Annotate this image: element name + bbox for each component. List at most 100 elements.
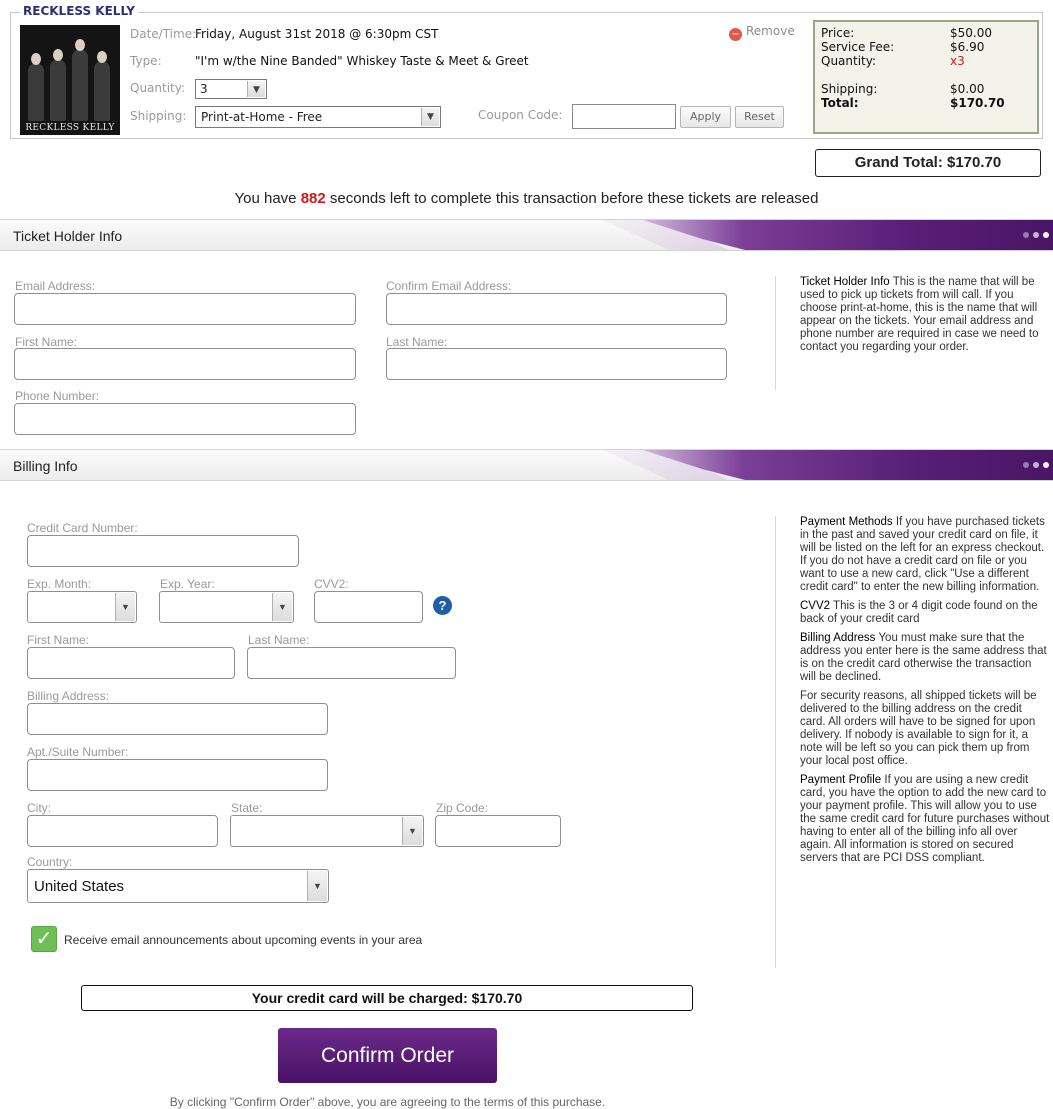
dots-icon	[1019, 232, 1049, 238]
price-shipping-value: $0.00	[950, 82, 985, 96]
first-name-label: First Name:	[15, 335, 78, 349]
country-value: United States	[34, 878, 125, 895]
help-title: Ticket Holder Info	[800, 276, 890, 288]
quantity-select[interactable]: 3 ▼	[195, 79, 267, 99]
event-title: RECKLESS KELLY	[20, 4, 138, 18]
card-number-label: Credit Card Number:	[27, 521, 138, 535]
state-select[interactable]: ▼	[230, 815, 424, 847]
quantity-label: Quantity:	[130, 81, 186, 95]
help-text: If you are using a new credit card, you …	[800, 774, 1050, 864]
confirm-order-button[interactable]: Confirm Order	[278, 1028, 497, 1083]
shipping-value: Print-at-Home - Free	[201, 110, 323, 124]
billing-last-name-field[interactable]	[247, 647, 456, 679]
price-quantity-value: x3	[950, 54, 965, 68]
help-text: For security reasons, all shipped ticket…	[800, 690, 1037, 767]
shipping-label: Shipping:	[130, 109, 187, 123]
country-label: Country:	[27, 855, 73, 869]
billing-last-name-label: Last Name:	[248, 633, 310, 647]
dots-icon	[1019, 462, 1049, 468]
email-label: Email Address:	[15, 279, 96, 293]
event-photo: RECKLESS KELLY	[20, 25, 120, 135]
ticket-holder-help: Ticket Holder Info This is the name that…	[775, 276, 1050, 390]
billing-first-name-label: First Name:	[27, 633, 90, 647]
price-shipping-label: Shipping:	[821, 82, 878, 96]
country-select[interactable]: United States ▼	[27, 869, 329, 903]
apply-button[interactable]: Apply	[680, 106, 731, 128]
total-label: Total:	[821, 96, 859, 110]
phone-label: Phone Number:	[15, 389, 100, 403]
coupon-label: Coupon Code:	[478, 108, 563, 122]
grand-total: Grand Total: $170.70	[815, 149, 1041, 177]
apt-label: Apt./Suite Number:	[27, 745, 129, 759]
chevron-down-icon: ▼	[247, 81, 265, 97]
photo-caption: RECKLESS KELLY	[25, 123, 115, 133]
help-title: Payment Methods	[800, 516, 893, 528]
state-label: State:	[231, 801, 263, 815]
email-opt-in-checkbox[interactable]: ✓	[31, 926, 57, 952]
checkmark-icon: ✓	[35, 928, 53, 950]
email-opt-in-label: Receive email announcements about upcomi…	[64, 933, 423, 947]
exp-month-label: Exp. Month:	[27, 577, 92, 591]
exp-year-label: Exp. Year:	[160, 577, 215, 591]
billing-address-field[interactable]	[27, 703, 328, 735]
last-name-field[interactable]	[386, 348, 727, 380]
total-value: $170.70	[950, 96, 1005, 110]
billing-address-label: Billing Address:	[27, 689, 110, 703]
help-title: CVV2	[800, 600, 831, 612]
email-field[interactable]	[14, 293, 356, 325]
remove-button[interactable]: − Remove	[729, 24, 795, 41]
apt-field[interactable]	[27, 759, 328, 791]
price-label: Price:	[821, 26, 855, 40]
price-summary: Price: $50.00 Service Fee: $6.90 Quantit…	[813, 20, 1039, 134]
city-label: City:	[27, 801, 51, 815]
card-number-field[interactable]	[27, 535, 299, 567]
zip-field[interactable]	[435, 815, 561, 847]
remove-icon: −	[729, 28, 742, 41]
price-quantity-label: Quantity:	[821, 54, 877, 68]
ticket-holder-header: Ticket Holder Info	[0, 219, 1053, 251]
type-label: Type:	[130, 54, 162, 68]
coupon-input[interactable]	[572, 104, 676, 129]
quantity-value: 3	[200, 82, 208, 96]
exp-month-select[interactable]: ▼	[27, 591, 137, 623]
terms-notice: By clicking "Confirm Order" above, you a…	[169, 1095, 606, 1109]
phone-field[interactable]	[14, 403, 356, 435]
chevron-down-icon: ▼	[402, 817, 422, 845]
first-name-field[interactable]	[14, 348, 356, 380]
ticket-holder-title: Ticket Holder Info	[13, 228, 123, 244]
remove-label: Remove	[746, 24, 795, 38]
chevron-down-icon: ▼	[272, 593, 292, 621]
type-value: "I'm w/the Nine Banded" Whiskey Taste & …	[195, 54, 529, 68]
service-fee-label: Service Fee:	[821, 40, 895, 54]
price-value: $50.00	[950, 26, 992, 40]
last-name-label: Last Name:	[386, 335, 448, 349]
billing-first-name-field[interactable]	[27, 647, 235, 679]
confirm-email-field[interactable]	[386, 293, 727, 325]
chevron-down-icon: ▼	[307, 871, 327, 901]
billing-help: Payment Methods If you have purchased ti…	[775, 516, 1050, 968]
datetime-label: Date/Time:	[130, 27, 197, 41]
help-text: This is the 3 or 4 digit code found on t…	[800, 600, 1038, 625]
chevron-down-icon: ▼	[421, 108, 439, 126]
datetime-value: Friday, August 31st 2018 @ 6:30pm CST	[195, 27, 439, 41]
chevron-down-icon: ▼	[115, 593, 135, 621]
shipping-select[interactable]: Print-at-Home - Free ▼	[195, 106, 441, 128]
cvv-field[interactable]	[314, 591, 423, 623]
timer-suffix: seconds left to complete this transactio…	[329, 190, 819, 207]
city-field[interactable]	[27, 815, 218, 847]
zip-label: Zip Code:	[436, 801, 489, 815]
billing-header: Billing Info	[0, 449, 1053, 481]
service-fee-value: $6.90	[950, 40, 985, 54]
billing-title: Billing Info	[13, 458, 78, 474]
question-icon[interactable]: ?	[433, 596, 452, 615]
timer-prefix: You have	[234, 190, 297, 207]
confirm-email-label: Confirm Email Address:	[386, 279, 512, 293]
charge-summary: Your credit card will be charged: $170.7…	[81, 985, 693, 1011]
countdown-message: You have 882 seconds left to complete th…	[0, 190, 1053, 207]
reset-button[interactable]: Reset	[735, 106, 784, 128]
help-title: Billing Address	[800, 632, 876, 644]
exp-year-select[interactable]: ▼	[159, 591, 294, 623]
cvv-label: CVV2:	[314, 577, 349, 591]
timer-seconds: 882	[300, 190, 326, 207]
help-title: Payment Profile	[800, 774, 882, 786]
